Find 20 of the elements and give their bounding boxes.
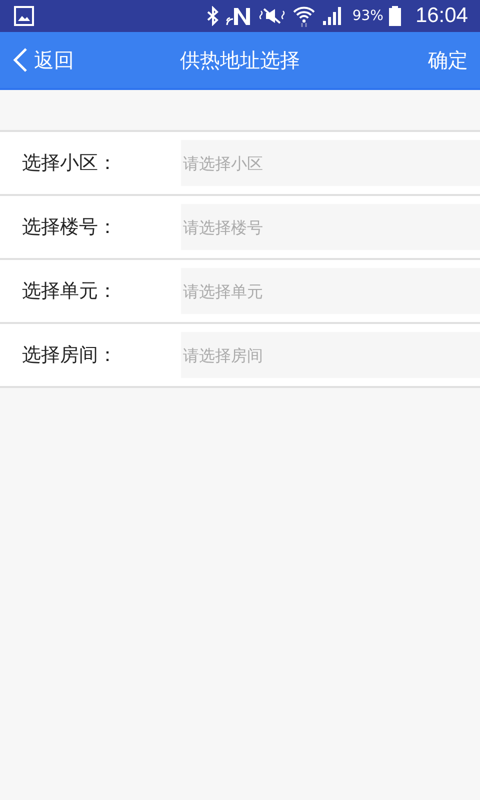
battery-icon: [389, 6, 402, 26]
mute-icon: [258, 6, 286, 26]
image-icon: [14, 6, 34, 26]
field-label: 选择楼号：: [21, 215, 118, 240]
field-label: 选择小区：: [21, 151, 118, 176]
nfc-icon: [226, 6, 252, 26]
select-field[interactable]: 请选择楼号: [181, 204, 480, 250]
page-title: 供热地址选择: [180, 46, 300, 74]
select-field[interactable]: 请选择单元: [181, 268, 480, 314]
field-label: 选择单元：: [21, 279, 118, 304]
confirm-button[interactable]: 确定: [428, 46, 468, 74]
select-field[interactable]: 请选择小区: [181, 140, 480, 186]
chevron-left-icon: [12, 47, 28, 73]
wifi-icon: [292, 5, 316, 27]
clock: 16:04: [415, 4, 468, 28]
back-button[interactable]: 返回: [12, 46, 74, 74]
bluetooth-icon: [206, 6, 220, 26]
select-field[interactable]: 请选择房间: [181, 332, 480, 378]
field-label: 选择房间：: [21, 343, 118, 368]
battery-percentage: 93%: [352, 8, 384, 24]
